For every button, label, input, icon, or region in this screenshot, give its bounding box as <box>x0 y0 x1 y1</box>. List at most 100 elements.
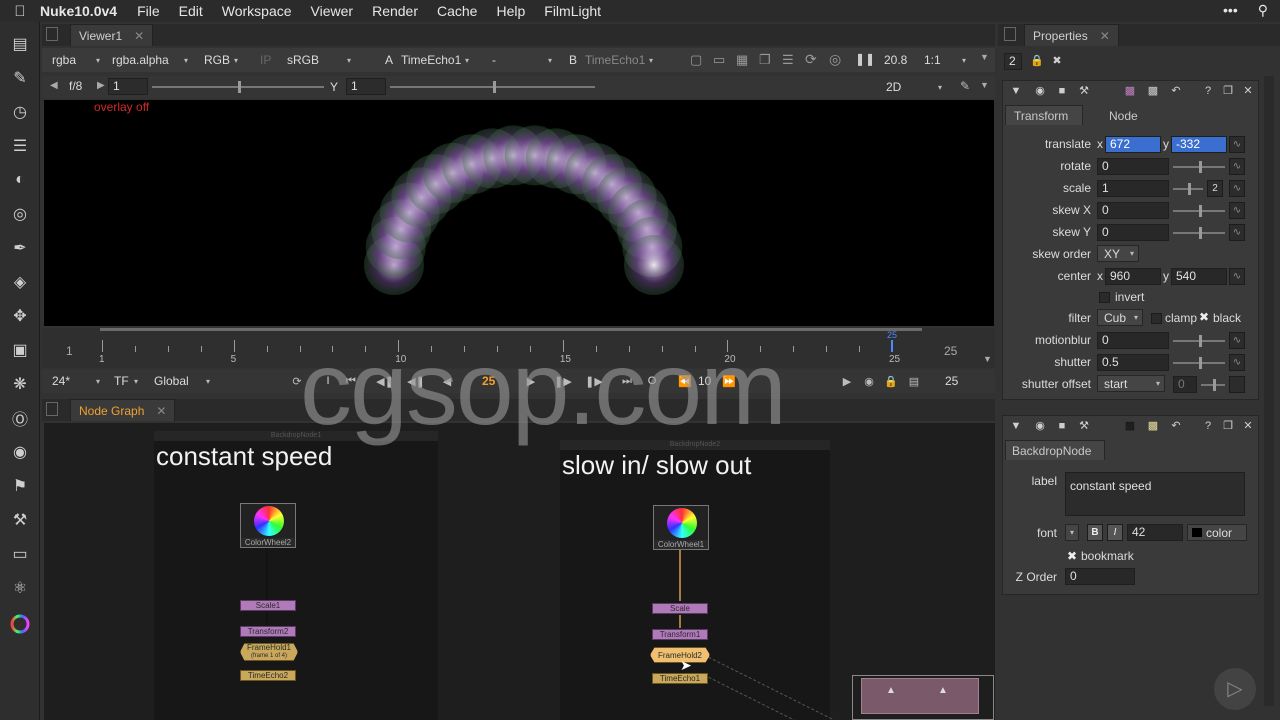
font-color-icon[interactable]: ▩ <box>1144 83 1162 99</box>
rotate-slider[interactable] <box>1173 161 1225 173</box>
lock-icon[interactable]: 🔒 <box>1028 53 1046 69</box>
scale-node[interactable]: Scale <box>652 603 708 614</box>
close-icon[interactable]: ✕ <box>156 404 166 418</box>
scale-node[interactable]: Scale1 <box>240 600 296 611</box>
font-color-icon[interactable]: ▩ <box>1144 418 1162 434</box>
draw-tool-icon[interactable]: ✎ <box>8 66 32 90</box>
close-icon[interactable]: ✕ <box>1239 83 1257 99</box>
font-color-button[interactable]: color <box>1187 524 1247 541</box>
current-frame-field[interactable]: 25 <box>482 374 495 388</box>
invert-checkbox[interactable] <box>1099 292 1110 303</box>
keyer-tool-icon[interactable]: ✒ <box>8 236 32 260</box>
motionblur-input[interactable]: 0 <box>1097 332 1169 349</box>
deep-tool-icon[interactable]: Ⓞ <box>8 406 32 430</box>
toolsets-tool-icon[interactable]: ⚒ <box>8 508 32 532</box>
safe-area-icon[interactable]: ▭ <box>713 52 725 68</box>
bold-button[interactable]: B <box>1087 524 1103 541</box>
tab-node[interactable]: Node <box>1095 105 1145 125</box>
menu-viewer[interactable]: Viewer <box>311 3 354 19</box>
font-size-input[interactable]: 42 <box>1127 524 1183 541</box>
node-color-icon[interactable]: ■ <box>1053 83 1071 99</box>
float-icon[interactable]: ❐ <box>1219 418 1237 434</box>
lock-icon[interactable]: 🔒 <box>882 372 900 390</box>
step-field[interactable]: 10 <box>698 374 711 388</box>
animation-icon[interactable]: ∿ <box>1229 180 1245 197</box>
tab-properties[interactable]: Properties ✕ <box>1024 24 1119 46</box>
clear-panels-icon[interactable]: ✖ <box>1048 53 1066 69</box>
next-key-icon[interactable]: ❚▶ <box>585 372 603 390</box>
alpha-dropdown[interactable]: rgba.alpha ▾ <box>106 50 192 70</box>
close-icon[interactable]: ✕ <box>1239 418 1257 434</box>
tile-color-icon[interactable]: ▩ <box>1121 83 1139 99</box>
channel-tool-icon[interactable]: ☰ <box>8 134 32 158</box>
chevron-down-icon[interactable]: ▼ <box>983 354 992 364</box>
pane-menu-icon[interactable] <box>1004 27 1016 41</box>
tools-icon[interactable]: ⚒ <box>1075 418 1093 434</box>
node-color-icon[interactable]: ■ <box>1053 418 1071 434</box>
framehold-node[interactable]: FrameHold1 (frame 1 of 4) <box>240 643 298 661</box>
zoom-dropdown[interactable]: 1:1 ▾ <box>918 50 970 70</box>
play-overlay-icon[interactable]: ▷ <box>1214 668 1256 710</box>
filter-tool-icon[interactable]: ◎ <box>8 202 32 226</box>
undo-icon[interactable]: ↶ <box>1167 83 1185 99</box>
skew-y-slider[interactable] <box>1173 227 1225 239</box>
search-icon[interactable]: ⚲ <box>1258 2 1268 19</box>
skew-x-input[interactable]: 0 <box>1097 202 1169 219</box>
tf-dropdown[interactable]: TF ▾ <box>108 371 142 391</box>
bookmark-checkbox[interactable]: ✖ <box>1067 549 1077 563</box>
pane-menu-icon[interactable] <box>46 27 58 41</box>
particles-tool-icon[interactable]: ❋ <box>8 372 32 396</box>
timeline[interactable]: 1 25 1 5 10 15 20 25 25 ▼ <box>42 328 995 368</box>
display-dropdown[interactable]: RGB ▾ <box>198 50 242 70</box>
gamma-slider[interactable] <box>390 81 595 93</box>
fstop-up-icon[interactable]: ▶ <box>97 80 105 91</box>
eyedropper-icon[interactable]: ✎ <box>960 79 970 93</box>
refresh-icon[interactable]: ⟳ <box>805 51 817 68</box>
apple-icon[interactable]:  <box>0 3 40 20</box>
timeline-ruler[interactable]: 1 5 10 15 20 25 25 <box>99 330 922 366</box>
collapse-icon[interactable]: ▼ <box>1007 83 1025 99</box>
gain-field[interactable]: 20.8 <box>884 53 907 67</box>
animation-icon[interactable]: ∿ <box>1229 268 1245 285</box>
first-frame-icon[interactable]: ⏮ <box>342 372 360 390</box>
help-icon[interactable]: ? <box>1199 83 1217 99</box>
next-frame-icon[interactable]: ❚▶ <box>554 372 572 390</box>
out-point-button[interactable]: O <box>643 372 661 390</box>
colorwheel-node[interactable]: ColorWheel2 <box>240 503 296 548</box>
italic-button[interactable]: I <box>1107 524 1123 541</box>
shutter-input[interactable]: 0.5 <box>1097 354 1169 371</box>
translate-y-input[interactable]: -332 <box>1171 136 1227 153</box>
center-y-input[interactable]: 540 <box>1171 268 1227 285</box>
shutter-offset-input[interactable]: 0 <box>1173 376 1197 393</box>
menu-cache[interactable]: Cache <box>437 3 477 19</box>
lut-dropdown[interactable]: sRGB ▾ <box>281 50 355 70</box>
last-frame-icon[interactable]: ⏭ <box>618 372 636 390</box>
timeecho-node[interactable]: TimeEcho2 <box>240 670 296 681</box>
shutter-offset-dropdown[interactable]: start ▾ <box>1097 375 1165 392</box>
metadata-tool-icon[interactable]: ⚑ <box>8 474 32 498</box>
play-backward-icon[interactable]: ◀ <box>438 372 456 390</box>
play-forward-icon[interactable]: ▶ <box>522 372 540 390</box>
menu-workspace[interactable]: Workspace <box>222 3 292 19</box>
center-x-input[interactable]: 960 <box>1105 268 1161 285</box>
zorder-input[interactable]: 0 <box>1065 568 1135 585</box>
end-frame-field[interactable]: 25 <box>945 374 958 388</box>
tile-color-icon[interactable]: ▩ <box>1121 418 1139 434</box>
motionblur-slider[interactable] <box>1173 335 1225 347</box>
animation-icon[interactable]: ∿ <box>1229 224 1245 241</box>
colorwheel-tool-icon[interactable] <box>8 612 32 636</box>
pane-menu-icon[interactable] <box>46 402 58 416</box>
compare-dropdown[interactable]: - ▾ <box>486 50 556 70</box>
chevron-down-icon[interactable]: ▼ <box>980 52 989 62</box>
skew-order-dropdown[interactable]: XY ▾ <box>1097 245 1139 262</box>
playhead-marker[interactable]: 25 <box>887 330 897 340</box>
menu-filmlight[interactable]: FilmLight <box>544 3 601 19</box>
target-icon[interactable]: ◎ <box>829 51 841 68</box>
fps-dropdown[interactable]: 24* ▾ <box>46 371 104 391</box>
scale-split-button[interactable]: 2 <box>1207 180 1223 197</box>
center-node-icon[interactable]: ◉ <box>1031 83 1049 99</box>
clamp-checkbox[interactable] <box>1151 313 1162 324</box>
ip-button[interactable]: IP <box>254 50 276 70</box>
tab-viewer1[interactable]: Viewer1 ✕ <box>70 24 154 46</box>
input-b-dropdown[interactable]: TimeEcho1 ▾ <box>579 50 657 70</box>
